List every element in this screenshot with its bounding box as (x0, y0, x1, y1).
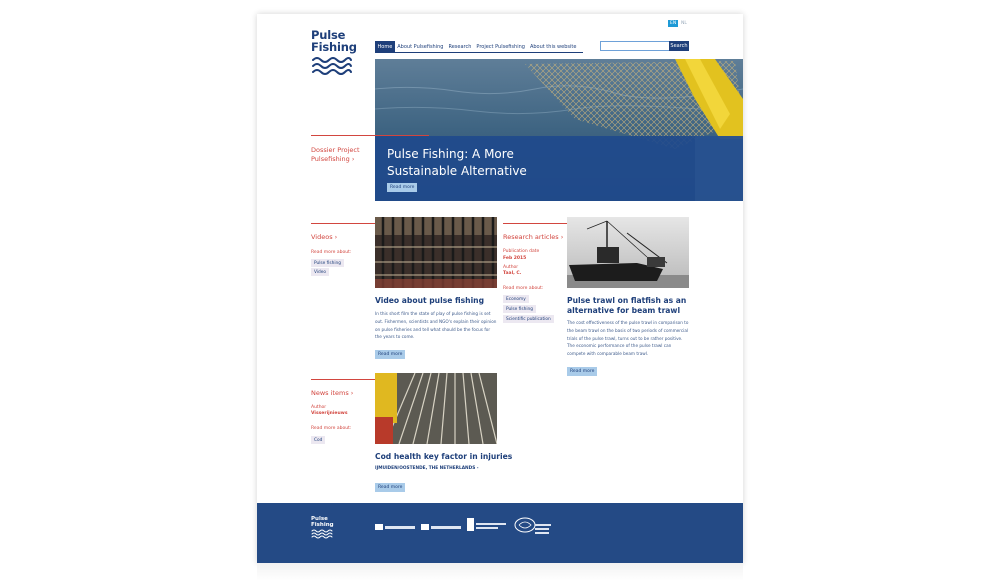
video-article-text: In this short film the state of play of … (375, 311, 497, 340)
lang-nl[interactable]: NL (679, 20, 689, 27)
research-read-more-button[interactable]: Read more (567, 367, 598, 376)
footer-waves-icon (311, 529, 333, 539)
videos-link[interactable]: Videos › (311, 233, 337, 242)
research-title-line2: alternative for beam trawl (567, 305, 681, 315)
tag-video[interactable]: Video (311, 268, 330, 276)
lang-en[interactable]: EN (668, 20, 679, 27)
research-author: Taal, C. (503, 271, 522, 276)
hero-title-line1: Pulse Fishing: A More (387, 147, 514, 161)
research-author-label: Author (503, 265, 519, 270)
hero-title-line2: Sustainable Alternative (387, 164, 527, 178)
research-title-line1: Pulse trawl on flatfish as an (567, 296, 687, 305)
site-logo[interactable]: Pulse Fishing (311, 29, 357, 76)
footer-logo-line2: Fishing (311, 522, 334, 528)
dossier-link[interactable]: Dossier Project Pulsefishing › (311, 146, 371, 164)
videos-read-more-about: Read more about: (311, 250, 352, 255)
nav-project-pulsefishing[interactable]: Project Pulsefishing (474, 41, 528, 52)
tag-economy[interactable]: Economy (503, 295, 529, 303)
tag-cod[interactable]: Cod (311, 436, 326, 444)
nav-home[interactable]: Home (375, 41, 395, 52)
research-read-more-about: Read more about: (503, 286, 544, 291)
logo-line2: Fishing (311, 40, 357, 54)
tag-scientific-publication[interactable]: Scientific publication (503, 315, 554, 323)
trawler-photo (567, 217, 689, 288)
video-thumbnail[interactable] (375, 217, 497, 288)
video-read-more-button[interactable]: Read more (375, 350, 406, 359)
research-article-title[interactable]: Pulse trawl on flatfish as an alternativ… (567, 296, 686, 315)
news-link[interactable]: News items › (311, 389, 353, 398)
video-article-title[interactable]: Video about pulse fishing (375, 296, 484, 306)
news-article-title[interactable]: Cod health key factor in injuries (375, 452, 512, 462)
nav-research[interactable]: Research (446, 41, 474, 52)
news-author: Visserijnieuws (311, 411, 348, 416)
news-author-label: Author (311, 405, 327, 410)
partner-logo-3[interactable] (467, 518, 507, 532)
dossier-divider (311, 135, 429, 136)
hero-read-more-button[interactable]: Read more (387, 183, 418, 192)
research-link[interactable]: Research articles › (503, 233, 563, 242)
net-close-up-photo (375, 373, 497, 444)
partner-logo-2[interactable] (421, 523, 463, 531)
search-input[interactable] (600, 41, 670, 51)
news-dateline: IJMUIDEN/OOSTENDE, THE NETHERLANDS - (375, 466, 479, 471)
news-read-more-button[interactable]: Read more (375, 483, 406, 492)
partner-logo-4[interactable] (513, 515, 553, 537)
tag-pulse-fishing-research[interactable]: Pulse fishing (503, 305, 536, 313)
search-button[interactable]: Search (669, 41, 689, 51)
nav-about-website[interactable]: About this website (527, 41, 578, 52)
research-thumbnail[interactable] (567, 217, 689, 288)
page-card: Pulse Fishing Home About Pulsefishing Re… (257, 14, 743, 581)
publication-date: Feb 2015 (503, 256, 527, 261)
news-read-more-about: Read more about: (311, 426, 352, 431)
main-nav: Home About Pulsefishing Research Project… (375, 41, 583, 53)
page-reflection (257, 563, 743, 581)
tag-pulse-fishing[interactable]: Pulse fishing (311, 259, 344, 267)
footer-logo[interactable]: Pulse Fishing (311, 516, 334, 539)
publication-date-label: Publication date (503, 249, 540, 254)
research-article-text: The cost effectiveness of the pulse traw… (567, 320, 689, 357)
nav-about-pulsefishing[interactable]: About Pulsefishing (395, 41, 446, 52)
fishing-gear-photo (375, 217, 497, 288)
footer: Pulse Fishing (257, 503, 743, 563)
waves-icon (312, 57, 352, 75)
partner-logo-1[interactable] (375, 523, 417, 531)
hero-title: Pulse Fishing: A More Sustainable Altern… (387, 146, 527, 180)
news-thumbnail[interactable] (375, 373, 497, 444)
